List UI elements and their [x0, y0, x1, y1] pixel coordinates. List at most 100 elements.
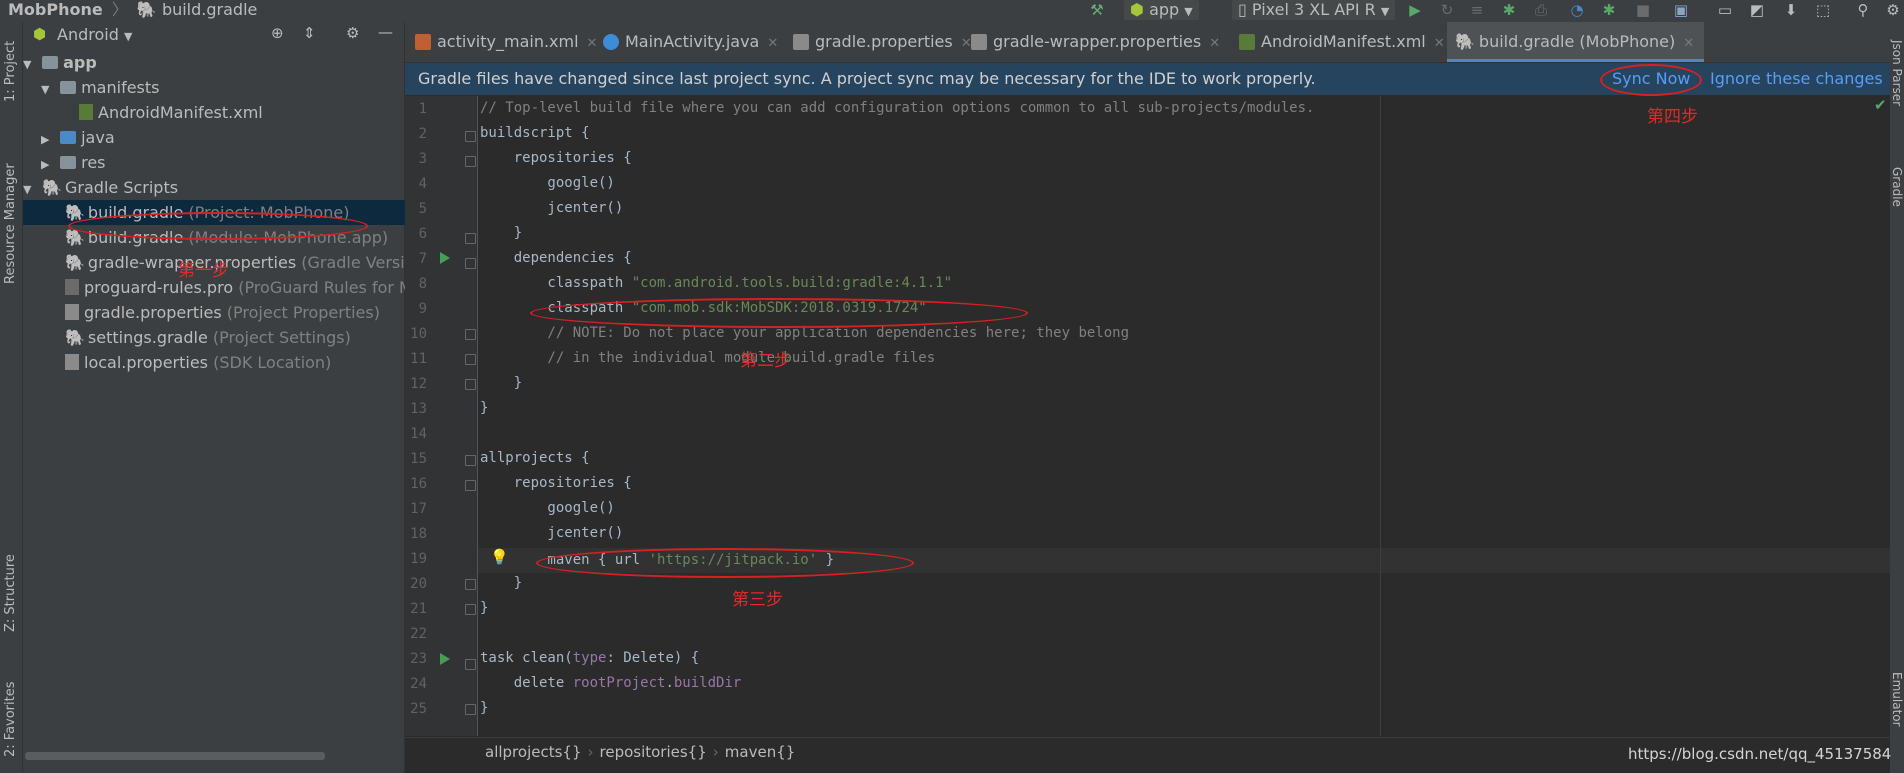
attach-debugger-icon[interactable]: ⎙: [1532, 2, 1550, 18]
settings-icon[interactable]: ⚙: [1884, 2, 1902, 18]
horizontal-scrollbar[interactable]: [25, 752, 325, 760]
emulator-tool-tab[interactable]: Emulator: [1890, 672, 1904, 727]
tree-item-java[interactable]: ▶ java: [23, 125, 422, 150]
tab-gradle-wrapper[interactable]: gradle-wrapper.properties ✕: [971, 22, 1220, 62]
favorites-tool-tab[interactable]: 2: Favorites: [3, 681, 18, 757]
tab-androidmanifest[interactable]: AndroidManifest.xml ✕: [1239, 22, 1445, 62]
collapse-all-icon[interactable]: ⇕: [303, 24, 316, 42]
resource-manager-tool-tab[interactable]: Resource Manager: [3, 163, 18, 284]
debug-icon[interactable]: ✱: [1500, 2, 1518, 18]
fold-marker-icon[interactable]: [465, 659, 476, 670]
code-line-15[interactable]: allprojects {: [480, 446, 590, 471]
profile-icon[interactable]: ◔: [1568, 2, 1586, 18]
code-line-25[interactable]: }: [480, 696, 488, 721]
run-gutter-icon[interactable]: [440, 252, 450, 264]
code-line-4[interactable]: google(): [480, 171, 614, 196]
stop-icon[interactable]: ■: [1634, 2, 1652, 18]
project-tool-tab[interactable]: 1: Project: [3, 41, 18, 102]
file-name[interactable]: build.gradle: [162, 0, 257, 19]
code-line-16[interactable]: repositories {: [480, 471, 632, 496]
fold-marker-icon[interactable]: [465, 354, 476, 365]
breadcrumb-item[interactable]: allprojects{} › repositories{} › maven{}: [485, 743, 795, 761]
tab-mainactivity[interactable]: MainActivity.java ✕: [603, 22, 778, 62]
ignore-changes-link[interactable]: Ignore these changes: [1710, 69, 1883, 88]
code-line-8[interactable]: classpath "com.android.tools.build:gradl…: [480, 271, 952, 296]
apply-changes-icon[interactable]: ↻: [1438, 2, 1456, 18]
tree-item-gradle-scripts[interactable]: ▼ 🐘 Gradle Scripts: [23, 175, 404, 200]
expand-arrow-icon[interactable]: ▶: [41, 127, 55, 152]
tree-item-androidmanifest[interactable]: AndroidManifest.xml: [23, 100, 460, 125]
attach-profiler-icon[interactable]: ✱: [1600, 2, 1618, 18]
fold-marker-icon[interactable]: [465, 156, 476, 167]
code-line-7[interactable]: dependencies {: [480, 246, 632, 271]
hide-icon[interactable]: —: [378, 23, 393, 41]
tree-item-local-properties[interactable]: local.properties (SDK Location): [23, 350, 446, 375]
code-line-18[interactable]: jcenter(): [480, 521, 623, 546]
search-icon[interactable]: ⚲: [1854, 2, 1872, 18]
gear-icon[interactable]: ⚙: [346, 24, 359, 42]
expand-arrow-icon[interactable]: ▼: [23, 52, 37, 77]
sdk-manager-icon[interactable]: ⬇: [1782, 2, 1800, 18]
hammer-icon[interactable]: ⚒: [1088, 2, 1106, 18]
run-icon[interactable]: ▶: [1406, 2, 1424, 18]
gradle-tool-tab[interactable]: Gradle: [1890, 167, 1904, 207]
fold-marker-icon[interactable]: [465, 455, 476, 466]
close-icon[interactable]: ✕: [587, 36, 598, 51]
code-line-21[interactable]: }: [480, 596, 488, 621]
close-icon[interactable]: ✕: [1209, 36, 1220, 51]
code-line-1[interactable]: // Top-level build file where you can ad…: [480, 96, 1314, 121]
code-line-5[interactable]: jcenter(): [480, 196, 623, 221]
json-parser-tool-tab[interactable]: Json Parser: [1890, 40, 1904, 106]
fold-marker-icon[interactable]: [465, 329, 476, 340]
code-line-20[interactable]: }: [480, 571, 522, 596]
tree-item-label: local.properties: [84, 353, 209, 372]
code-line-24[interactable]: delete rootProject.buildDir: [480, 671, 742, 696]
code-line-2[interactable]: buildscript {: [480, 121, 590, 146]
code-line-11[interactable]: // in the individual module build.gradle…: [480, 346, 935, 371]
locate-icon[interactable]: ⊕: [271, 24, 284, 42]
expand-arrow-icon[interactable]: ▼: [41, 77, 55, 102]
param-token: type: [572, 650, 607, 666]
tab-build-gradle[interactable]: 🐘 build.gradle (MobPhone) ✕: [1447, 22, 1705, 62]
expand-arrow-icon[interactable]: ▶: [41, 152, 55, 177]
device-select[interactable]: ▯ Pixel 3 XL API R ▼: [1232, 0, 1396, 20]
close-icon[interactable]: ✕: [961, 36, 972, 51]
tree-item-app[interactable]: ▼ app: [23, 50, 404, 75]
fold-marker-icon[interactable]: [465, 131, 476, 142]
tree-item-res[interactable]: ▶ res: [23, 150, 422, 175]
fold-marker-icon[interactable]: [465, 480, 476, 491]
close-icon[interactable]: ✕: [1683, 36, 1694, 51]
close-icon[interactable]: ✕: [767, 36, 778, 51]
apply-code-icon[interactable]: ≡: [1468, 2, 1486, 18]
project-name[interactable]: MobPhone: [8, 0, 103, 19]
expand-arrow-icon[interactable]: ▼: [23, 177, 37, 202]
layout-inspector-icon[interactable]: ⬚: [1814, 2, 1832, 18]
code-line-6[interactable]: }: [480, 221, 522, 246]
terminal-icon[interactable]: ▭: [1716, 2, 1734, 18]
fold-marker-icon[interactable]: [465, 379, 476, 390]
tree-item-gradle-wrapper[interactable]: 🐘 gradle-wrapper.properties (Gradle Versi…: [23, 250, 446, 275]
tree-item-manifests[interactable]: ▼ manifests: [23, 75, 422, 100]
run-config-select[interactable]: ⬢ app ▼: [1124, 0, 1199, 20]
code-line-12[interactable]: }: [480, 371, 522, 396]
tab-gradle-properties[interactable]: gradle.properties ✕: [793, 22, 972, 62]
sync-project-icon[interactable]: ▣: [1672, 2, 1690, 18]
code-line-17[interactable]: google(): [480, 496, 614, 521]
tab-activity-main[interactable]: activity_main.xml ✕: [415, 22, 597, 62]
fold-marker-icon[interactable]: [465, 233, 476, 244]
structure-tool-tab[interactable]: Z: Structure: [3, 554, 18, 632]
code-line-23[interactable]: task clean(type: Delete) {: [480, 646, 699, 671]
fold-marker-icon[interactable]: [465, 604, 476, 615]
fold-marker-icon[interactable]: [465, 704, 476, 715]
close-icon[interactable]: ✕: [1434, 36, 1445, 51]
fold-marker-icon[interactable]: [465, 579, 476, 590]
fold-marker-icon[interactable]: [465, 258, 476, 269]
project-view-select[interactable]: Android ▼: [57, 25, 132, 44]
tree-item-gradle-properties[interactable]: gradle.properties (Project Properties): [23, 300, 446, 325]
tree-item-settings-gradle[interactable]: 🐘 settings.gradle (Project Settings): [23, 325, 446, 350]
tree-item-proguard[interactable]: proguard-rules.pro (ProGuard Rules for M…: [23, 275, 446, 300]
code-line-13[interactable]: }: [480, 396, 488, 421]
code-line-3[interactable]: repositories {: [480, 146, 632, 171]
avd-manager-icon[interactable]: ◩: [1748, 2, 1766, 18]
run-gutter-icon[interactable]: [440, 653, 450, 665]
